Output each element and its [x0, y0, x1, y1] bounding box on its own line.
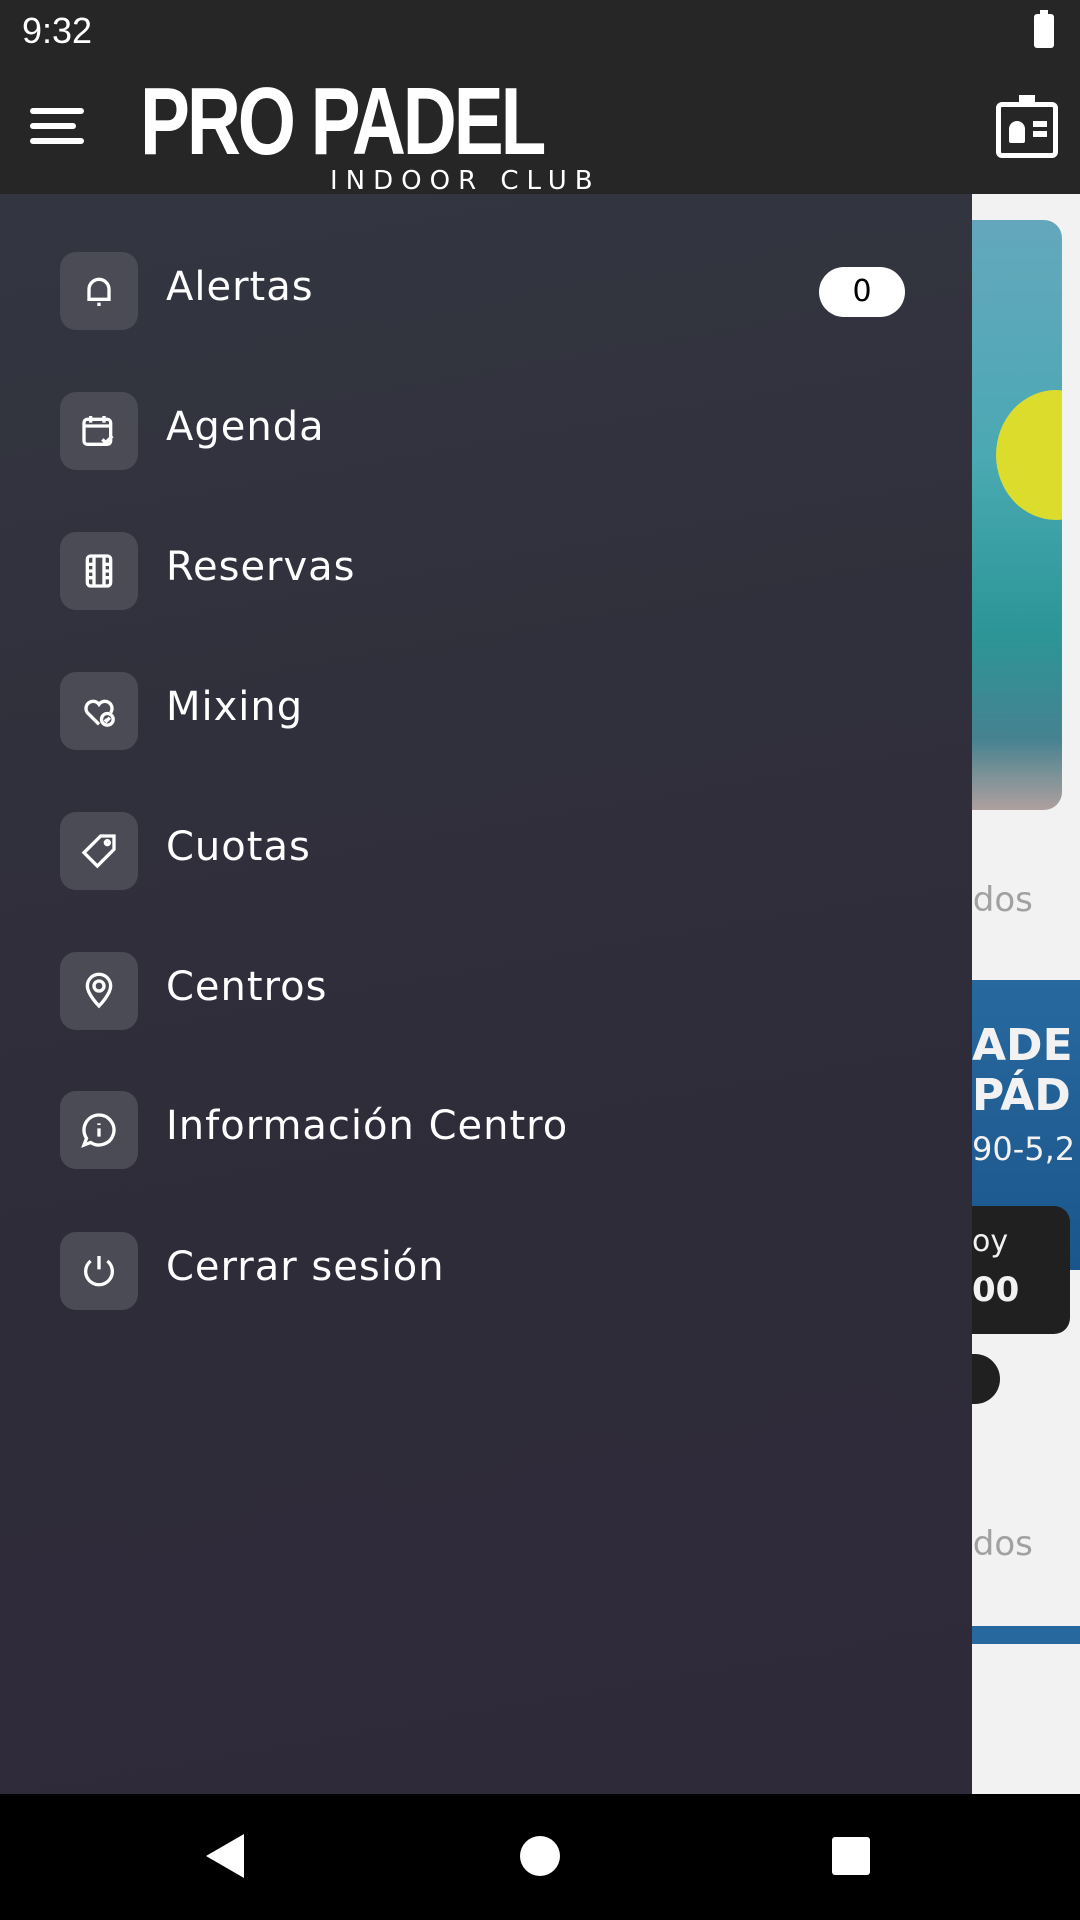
drawer-item-label: Cerrar sesión — [166, 1244, 445, 1290]
navigation-drawer: Alertas 0 Agenda Reservas Mixing Cuotas … — [0, 194, 972, 1794]
calendar-check-icon — [60, 392, 138, 470]
battery-full-icon — [1034, 10, 1054, 48]
drawer-item-agenda[interactable]: Agenda — [60, 392, 920, 470]
drawer-item-cerrar-sesion[interactable]: Cerrar sesión — [60, 1232, 920, 1310]
drawer-item-label: Mixing — [166, 684, 304, 730]
recents-icon[interactable] — [832, 1837, 870, 1875]
app-header: PRO PADEL INDOOR CLUB — [0, 64, 1080, 197]
drawer-item-cuotas[interactable]: Cuotas — [60, 812, 920, 890]
system-nav-bar — [0, 1794, 1080, 1920]
logo: PRO PADEL INDOOR CLUB — [140, 68, 601, 197]
drawer-item-centros[interactable]: Centros — [60, 952, 920, 1030]
map-pin-icon — [60, 952, 138, 1030]
drawer-item-label: Alertas — [166, 264, 314, 310]
drawer-item-label: Centros — [166, 964, 328, 1010]
hamburger-icon[interactable] — [30, 108, 84, 148]
drawer-item-label: Cuotas — [166, 824, 311, 870]
drawer-item-informacion-centro[interactable]: Información Centro — [60, 1091, 920, 1169]
alert-count-badge: 0 — [819, 267, 905, 317]
home-icon[interactable] — [520, 1836, 560, 1876]
status-time: 9:32 — [22, 10, 93, 51]
back-icon[interactable] — [206, 1834, 244, 1878]
film-grid-icon — [60, 532, 138, 610]
info-chat-icon — [60, 1091, 138, 1169]
status-bar: 9:32 — [0, 0, 1080, 64]
drawer-item-mixing[interactable]: Mixing — [60, 672, 920, 750]
drawer-item-label: Información Centro — [166, 1103, 569, 1149]
heart-check-icon — [60, 672, 138, 750]
drawer-item-label: Agenda — [166, 404, 325, 450]
drawer-item-label: Reservas — [166, 544, 356, 590]
drawer-item-alertas[interactable]: Alertas 0 — [60, 252, 920, 330]
bell-icon — [60, 252, 138, 330]
id-card-icon[interactable] — [996, 95, 1058, 158]
price-tag-icon — [60, 812, 138, 890]
power-icon — [60, 1232, 138, 1310]
drawer-item-reservas[interactable]: Reservas — [60, 532, 920, 610]
